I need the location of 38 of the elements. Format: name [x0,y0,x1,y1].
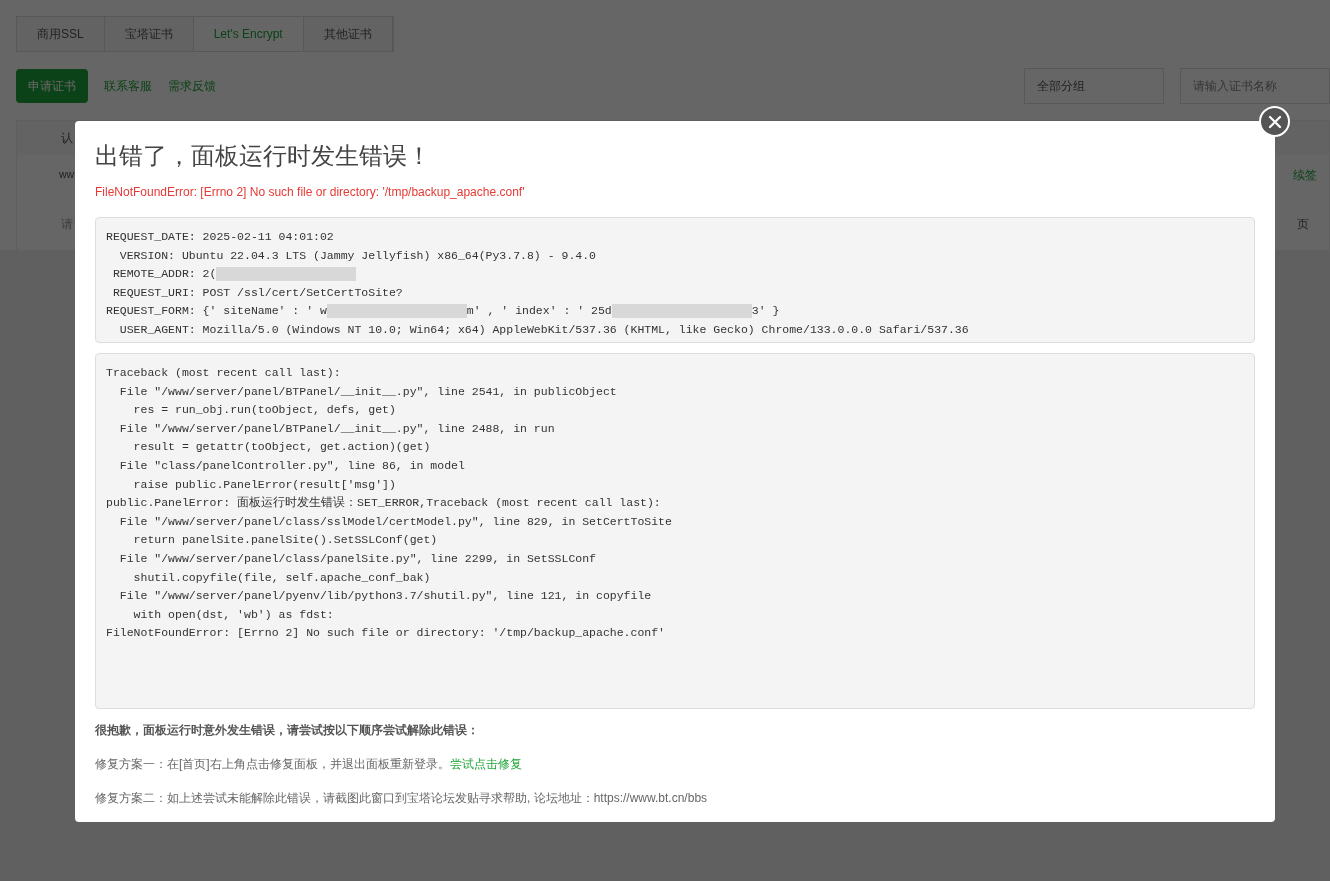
feedback-link[interactable]: 需求反馈 [168,77,216,95]
request-info-text: REQUEST_FORM: {' siteName' : ' w [106,303,327,320]
traceback-line: raise public.PanelError(result['msg']) [132,476,396,493]
traceback-line: with open(dst, 'wb') as fdst: [132,606,334,623]
traceback-line: File "/www/server/panel/BTPanel/__init__.py", line 2488, in run [118,420,555,437]
traceback-line: File "/www/server/panel/pyenv/lib/python3.7/shutil.py", line 121, in copyfile [118,588,652,605]
request-info-text: 3' } [751,303,780,320]
traceback-line: res = run_obj.run(toObject, defs, get) [132,402,396,419]
fix-two-text: 修复方案二：如上述尝试未能解除此错误，请截图此窗口到宝塔论坛发贴寻求帮助, 论坛地址：https://www.bt.cn/bbs [95,790,709,807]
traceback-line: result = getattr(toObject, get.action)(get) [132,439,431,456]
traceback-line: Traceback (most recent call last): [106,365,341,381]
traceback-line: File "/www/server/panel/class/panelSite.py", line 2299, in SetSSLConf [118,550,596,567]
table-header: 认 [61,130,73,147]
group-select[interactable]: 全部分组 [1024,68,1164,104]
traceback-line: File "/www/server/panel/BTPanel/__init__.py", line 2541, in publicObject [118,383,617,400]
traceback-line: File "/www/server/panel/class/sslModel/certModel.py", line 829, in SetCertToSite [118,513,672,530]
dialog-title: 出错了，面板运行时发生错误！ [95,141,432,171]
request-info-text: VERSION: Ubuntu 22.04.3 LTS (Jammy Jellyfish) x86_64(Py3.7.8) - 9.4.0 [118,247,596,264]
traceback-line: return panelSite.panelSite().SetSSLConf(get) [132,532,438,549]
traceback-line: shutil.copyfile(file, self.apache_conf_bak) [132,569,431,586]
renew-link[interactable]: 续签 [1293,166,1317,184]
request-info-text: REMOTE_ADDR: 2( [111,266,217,283]
repair-link[interactable]: 尝试点击修复 [449,757,522,771]
request-info-text: m' , ' index' : ' 25d [466,303,612,320]
fix-one-text: 修复方案一：在[首页]右上角点击修复面板，并退出面板重新登录。尝试点击修复 [95,756,523,773]
request-info-text: REQUEST_URI: POST /ssl/cert/SetCertToSite? [111,284,403,301]
request-info-text: REQUEST_DATE: 2025-02-11 04:01:02 [106,229,334,245]
table-cell: ww [59,167,75,183]
apology-text: 很抱歉，面板运行时意外发生错误，请尝试按以下顺序尝试解除此错误： [95,722,480,739]
apply-button[interactable]: 申请证书 [16,69,88,103]
close-icon [1267,114,1282,129]
traceback-line: FileNotFoundError: [Errno 2] No such file or directory: '/tmp/backup_apache.conf' [106,625,665,642]
pager-text: 页 [1297,216,1309,233]
error-message: FileNotFoundError: [Errno 2] No such file or directory: '/tmp/backup_apache.conf' [95,184,526,201]
contact-link[interactable]: 联系客服 [104,77,152,95]
traceback-line: File "class/panelController.py", line 86, in model [118,457,465,474]
request-info-text: USER_AGENT: Mozilla/5.0 (Windows NT 10.0; Win64; x64) AppleWebKit/537.36 (KHTML, like Gecko) Chrome/133.0.0.0 Safari/537.36 [118,321,969,338]
traceback-line: public.PanelError: 面板运行时发生错误：SET_ERROR,Traceback (most recent call last): [106,495,661,512]
